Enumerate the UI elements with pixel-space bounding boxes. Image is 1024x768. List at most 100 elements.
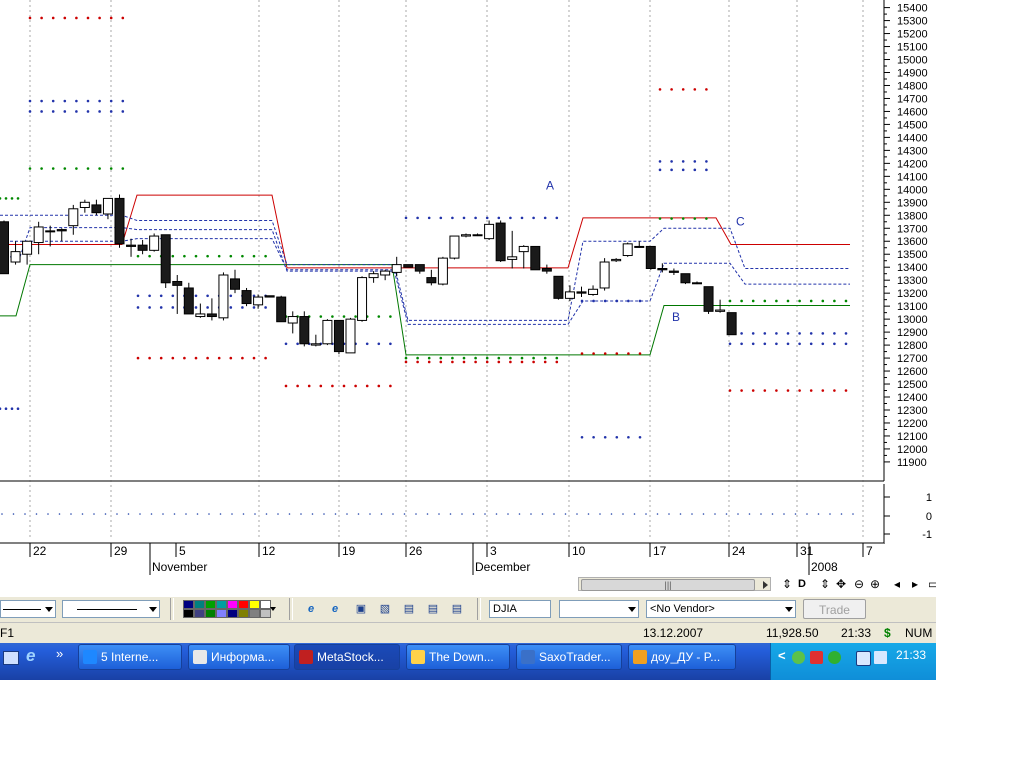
palette-swatch[interactable] bbox=[216, 609, 227, 618]
candle-body[interactable] bbox=[45, 230, 56, 233]
display-icon[interactable] bbox=[856, 651, 871, 666]
palette-swatch[interactable] bbox=[249, 600, 260, 609]
taskbar-button[interactable]: доу_ДУ - P... bbox=[628, 644, 736, 670]
taskbar-button[interactable]: Информа... bbox=[188, 644, 290, 670]
candle-body[interactable] bbox=[114, 197, 125, 245]
color-palette[interactable] bbox=[183, 600, 271, 618]
candle-body[interactable] bbox=[160, 234, 171, 284]
palette-swatch[interactable] bbox=[194, 609, 205, 618]
candle-body[interactable] bbox=[0, 221, 9, 275]
symbol-field[interactable]: DJIA bbox=[489, 600, 551, 618]
vendor-dropdown[interactable]: <No Vendor> bbox=[646, 600, 796, 618]
candle-body[interactable] bbox=[126, 244, 137, 247]
candle-body[interactable] bbox=[149, 235, 160, 251]
candle-body[interactable] bbox=[287, 316, 298, 324]
layout-two-icon[interactable]: ▤ bbox=[424, 600, 442, 618]
candle-body[interactable] bbox=[668, 270, 679, 273]
candle-body[interactable] bbox=[218, 274, 229, 319]
candle-body[interactable] bbox=[10, 251, 21, 263]
taskbar-button[interactable]: MetaStock... bbox=[294, 644, 400, 670]
candle-body[interactable] bbox=[264, 295, 275, 298]
candle-body[interactable] bbox=[426, 277, 437, 284]
network-status-icon[interactable] bbox=[828, 651, 841, 664]
candle-body[interactable] bbox=[276, 296, 287, 323]
candle-body[interactable] bbox=[102, 197, 113, 215]
window-icon[interactable]: ▭ bbox=[928, 576, 936, 592]
palette-swatch[interactable] bbox=[205, 600, 216, 609]
scroll-vertical-icon[interactable]: ⇕ bbox=[820, 576, 830, 592]
taskbar-button[interactable]: The Down... bbox=[406, 644, 510, 670]
candle-body[interactable] bbox=[241, 290, 252, 305]
candle-body[interactable] bbox=[495, 222, 506, 262]
chart-insert-icon[interactable]: ▣ bbox=[352, 600, 370, 618]
candle-body[interactable] bbox=[253, 296, 264, 306]
taskbar-button[interactable]: SaxoTrader... bbox=[516, 644, 622, 670]
chart-edit-icon[interactable]: ▧ bbox=[376, 600, 394, 618]
price-chart[interactable]: 1190012000121001220012300124001250012600… bbox=[0, 0, 936, 596]
candle-body[interactable] bbox=[715, 309, 726, 312]
candle-body[interactable] bbox=[322, 319, 333, 345]
candle-body[interactable] bbox=[530, 245, 541, 271]
candle-body[interactable] bbox=[22, 240, 33, 255]
candle-body[interactable] bbox=[507, 256, 518, 260]
candle-body[interactable] bbox=[518, 245, 529, 253]
candle-body[interactable] bbox=[484, 223, 495, 240]
candle-body[interactable] bbox=[368, 273, 379, 279]
candle-body[interactable] bbox=[357, 277, 368, 321]
internet-explorer-icon[interactable]: e bbox=[302, 600, 320, 618]
candle-body[interactable] bbox=[703, 286, 714, 312]
candle-body[interactable] bbox=[299, 316, 310, 345]
candle-body[interactable] bbox=[634, 245, 645, 248]
candle-body[interactable] bbox=[564, 291, 575, 299]
layout-three-icon[interactable]: ▤ bbox=[448, 600, 466, 618]
scrollbar-thumb[interactable]: ||| bbox=[581, 579, 755, 591]
candle-body[interactable] bbox=[599, 261, 610, 289]
taskbar-button[interactable]: 5 Interne... bbox=[78, 644, 182, 670]
move-icon[interactable]: ✥ bbox=[836, 576, 846, 592]
palette-chevron-down-icon[interactable] bbox=[270, 607, 276, 611]
candle-body[interactable] bbox=[79, 201, 90, 208]
candle-body[interactable] bbox=[541, 268, 552, 272]
candle-body[interactable] bbox=[33, 226, 44, 244]
date-icon[interactable]: D bbox=[798, 576, 806, 592]
candle-body[interactable] bbox=[472, 234, 483, 237]
candle-body[interactable] bbox=[588, 288, 599, 295]
candle-body[interactable] bbox=[230, 278, 240, 290]
candle-body[interactable] bbox=[310, 343, 321, 346]
zoom-out-icon[interactable]: ⊖ bbox=[854, 576, 864, 592]
candle-body[interactable] bbox=[657, 268, 668, 271]
candle-body[interactable] bbox=[56, 229, 67, 232]
scroll-left-icon[interactable]: ◂ bbox=[894, 576, 900, 592]
candle-body[interactable] bbox=[622, 243, 633, 257]
candle-body[interactable] bbox=[437, 257, 448, 285]
horizontal-scrollbar[interactable]: ||| bbox=[578, 577, 771, 591]
tray-app-icon[interactable] bbox=[792, 651, 805, 664]
candle-body[interactable] bbox=[206, 313, 217, 318]
layout-one-icon[interactable]: ▤ bbox=[400, 600, 418, 618]
quick-launch-more-icon[interactable]: » bbox=[56, 646, 63, 661]
scroll-right-arrow-icon[interactable] bbox=[763, 581, 768, 589]
candle-body[interactable] bbox=[195, 313, 206, 318]
data-source-dropdown[interactable] bbox=[559, 600, 639, 618]
browser-icon[interactable]: e bbox=[326, 600, 344, 618]
trade-button[interactable]: Trade bbox=[803, 599, 866, 619]
antivirus-icon[interactable] bbox=[810, 651, 823, 664]
palette-swatch[interactable] bbox=[205, 609, 216, 618]
palette-swatch[interactable] bbox=[227, 600, 238, 609]
palette-swatch[interactable] bbox=[216, 600, 227, 609]
palette-swatch[interactable] bbox=[227, 609, 238, 618]
pan-icon[interactable]: ⇕ bbox=[782, 576, 792, 592]
palette-swatch[interactable] bbox=[183, 609, 194, 618]
candle-body[interactable] bbox=[414, 264, 425, 272]
tray-clock[interactable]: 21:33 bbox=[896, 648, 926, 662]
candle-body[interactable] bbox=[680, 273, 691, 284]
internet-explorer-icon[interactable]: e bbox=[26, 647, 44, 665]
volume-icon[interactable] bbox=[874, 651, 887, 664]
palette-swatch[interactable] bbox=[183, 600, 194, 609]
candle-body[interactable] bbox=[68, 208, 79, 227]
candle-body[interactable] bbox=[645, 245, 656, 270]
palette-swatch[interactable] bbox=[249, 609, 260, 618]
candle-body[interactable] bbox=[391, 264, 402, 273]
candle-body[interactable] bbox=[553, 275, 564, 299]
candle-body[interactable] bbox=[183, 287, 194, 315]
